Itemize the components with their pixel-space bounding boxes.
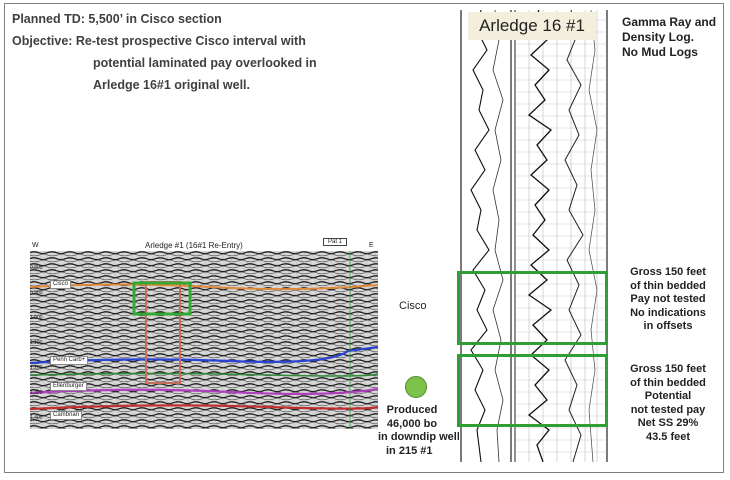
objective-text-line3: Arledge 16#1 original well. — [93, 78, 251, 92]
seismic-west-label: W — [32, 242, 39, 249]
log-note-line: Gamma Ray and — [622, 15, 717, 29]
time-label: 0.900 — [30, 290, 43, 296]
zone-lower-note: Gross 150 feet of thin bedded Potential … — [618, 363, 718, 444]
zone-upper-note: Gross 150 feet of thin bedded Pay not te… — [618, 266, 718, 334]
time-label: 1.000 — [30, 315, 43, 321]
produced-note-line: Produced — [386, 404, 438, 416]
horizon-label-cisco: Cisco — [50, 280, 72, 289]
zone-upper-note-line: of thin bedded — [630, 279, 706, 292]
horizon-label-penn: Penn Carb+ — [50, 356, 89, 365]
log-note-line: Density Log. — [622, 30, 695, 44]
zone-lower-note-line: 43.5 feet — [645, 430, 691, 443]
objective-text-line2: potential laminated pay overlooked in — [93, 56, 317, 70]
interval-box-upper — [457, 271, 608, 345]
seismic-badge: Pat 1 — [323, 238, 348, 246]
planned-td-text: Planned TD: 5,500’ in Cisco section — [12, 12, 222, 26]
time-label: 1.200 — [30, 365, 43, 371]
zone-upper-note-line: Pay not tested — [630, 293, 706, 305]
time-label: 0.800 — [30, 265, 43, 271]
zone-upper-note-line: in offsets — [643, 320, 693, 332]
produced-note-line: in downdip well — [378, 431, 460, 443]
zone-upper-note-line: No indications — [630, 306, 706, 319]
seismic-section: 0.800 0.900 1.000 1.100 1.200 1.300 1.40… — [30, 251, 378, 429]
produced-note-line: in 215 #1 — [386, 444, 433, 457]
time-label: 1.400 — [30, 415, 43, 421]
interval-box-lower — [457, 354, 608, 427]
produced-note: Produced 46,000 bo in downdip well in 21… — [378, 404, 460, 458]
produced-note-line: 46,000 bo — [386, 417, 438, 430]
time-label: 1.100 — [30, 340, 43, 346]
cisco-label: Cisco — [399, 300, 427, 312]
log-title: Arledge 16 #1 — [468, 12, 596, 40]
seismic-east-label: E — [369, 242, 374, 249]
horizon-label-cambrian: Cambrian — [50, 411, 83, 420]
zone-upper-note-line: Gross 150 feet — [630, 266, 706, 278]
seismic-title: Arledge #1 (16#1 Re-Entry) — [145, 241, 243, 250]
horizon-label-ellenburger: Ellenburger — [50, 382, 87, 391]
seismic-image — [30, 251, 378, 429]
producing-well-icon — [405, 376, 427, 398]
zone-lower-note-line: Gross 150 feet — [630, 363, 706, 375]
objective-text: Objective: Re-test prospective Cisco int… — [12, 34, 306, 48]
time-label: 1.300 — [30, 390, 43, 396]
zone-lower-note-line: of thin bedded — [630, 376, 706, 389]
zone-lower-note-line: Net SS 29% — [637, 417, 699, 429]
zone-lower-note-line: not tested pay — [630, 403, 706, 416]
log-note-line: No Mud Logs — [622, 45, 698, 59]
log-note: Gamma Ray and Density Log. No Mud Logs — [614, 15, 724, 60]
zone-lower-note-line: Potential — [644, 390, 692, 402]
